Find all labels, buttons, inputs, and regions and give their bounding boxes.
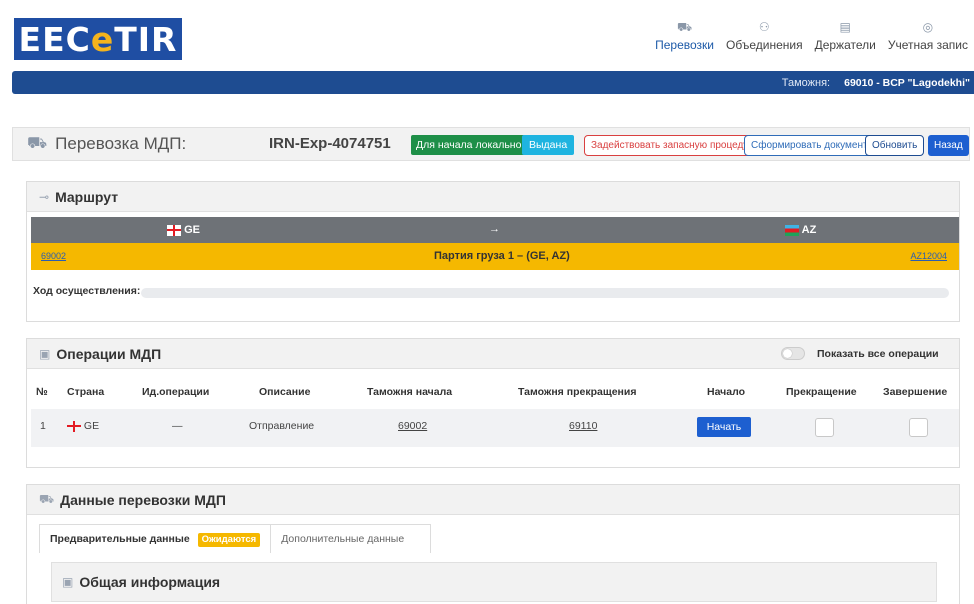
back-button[interactable]: Назад [928, 135, 969, 156]
logo-text-e: e [90, 19, 115, 59]
route-panel: ⊸ Маршрут GE → AZ 69002 Партия груза 1 –… [26, 181, 960, 322]
route-arrow-icon: → [489, 223, 500, 235]
show-all-toggle[interactable] [781, 347, 805, 360]
consignment-bar: 69002 Партия груза 1 – (GE, AZ) AZ12004 [31, 243, 959, 270]
azerbaijan-flag-icon [785, 224, 799, 236]
row-country-code: GE [83, 420, 100, 432]
row-country: GE [67, 420, 99, 432]
to-country: AZ [785, 224, 816, 236]
col-header-num: № [36, 386, 48, 398]
data-tabs: Предварительные данные Ожидаются Дополнит… [39, 524, 432, 553]
nav-item-holders[interactable]: ▤ Держатели [809, 18, 882, 58]
holders-icon: ▤ [839, 20, 851, 34]
general-info-title: Общая информация [79, 574, 221, 590]
row-description: Отправление [249, 420, 315, 432]
col-header-op-id: Ид.операции [142, 386, 210, 398]
top-header: EEC e TIR ⛟ Перевозки ⚇ Объединения ▤ Держ… [0, 0, 974, 70]
transport-data-header: ⛟ Данные перевозки МДП [27, 485, 959, 515]
col-header-country: Страна [67, 386, 105, 398]
progress-bar [141, 288, 949, 298]
status-badge-issued: Выдана [522, 135, 575, 155]
nav-item-account[interactable]: ◎ Учетная запис [882, 18, 974, 58]
operations-title: Операции МДП [56, 345, 162, 362]
nav-label: Учетная запис [887, 38, 968, 52]
row-num: 1 [40, 420, 46, 432]
nav-item-transports[interactable]: ⛟ Перевозки [649, 18, 720, 58]
operations-icon: ▣ [39, 346, 51, 361]
customs-bar: Таможня: 69010 - BCP "Lagodekhi" [12, 71, 974, 94]
general-info-section: ▣ Общая информация [51, 562, 937, 602]
transport-icon: ⛟ [27, 135, 48, 152]
tab-additional-data[interactable]: Дополнительные данные [271, 524, 432, 553]
transport-title-bar: ⛟ Перевозка МДП: IRN-Exp-4074751 Для нач… [12, 127, 970, 161]
logo-text-prefix: EEC [18, 19, 91, 59]
generate-document-button[interactable]: Сформировать документ [744, 135, 875, 156]
col-header-description: Описание [259, 386, 311, 398]
nav-label: Держатели [814, 38, 876, 52]
transport-data-panel: ⛟ Данные перевозки МДП Предварительные д… [26, 484, 960, 604]
col-header-termination: Прекращение [786, 386, 857, 398]
col-header-completion: Завершение [883, 386, 948, 398]
nav-label: Объединения [726, 38, 803, 52]
completion-checkbox[interactable] [909, 418, 928, 437]
nav-label: Перевозки [655, 38, 715, 52]
irn-number: IRN-Exp-4074751 [269, 135, 391, 152]
pending-badge: Ожидаются [197, 533, 261, 547]
progress-label: Ход осуществления: [33, 285, 141, 297]
tab-additional-label: Дополнительные данные [281, 533, 405, 545]
col-header-start-customs: Таможня начала [367, 386, 453, 398]
tab-preliminary-label: Предварительные данные [50, 533, 190, 545]
nav-item-associations[interactable]: ⚇ Объединения [720, 18, 809, 58]
customs-label: Таможня: [781, 76, 831, 89]
tab-preliminary-data[interactable]: Предварительные данные Ожидаются [39, 524, 272, 553]
col-header-start: Начало [707, 386, 746, 398]
georgia-flag-icon [67, 420, 81, 432]
account-icon: ◎ [922, 20, 934, 34]
logo-text-suffix: TIR [114, 19, 178, 59]
row-start-customs-link[interactable]: 69002 [398, 420, 427, 432]
termination-checkbox[interactable] [815, 418, 834, 437]
to-country-code: AZ [801, 224, 817, 236]
route-countries-bar: GE → AZ [31, 217, 959, 243]
start-operation-button[interactable]: Начать [697, 417, 751, 437]
from-country-code: GE [184, 224, 200, 236]
page-title: Перевозка МДП: [55, 134, 187, 153]
row-op-id: — [172, 420, 183, 432]
info-icon: ▣ [62, 575, 74, 589]
show-all-label: Показать все операции [817, 348, 939, 360]
route-panel-header: ⊸ Маршрут [27, 182, 959, 212]
status-badge-local: Для начала локально [411, 135, 527, 155]
cargo-icon: ⛟ [39, 491, 55, 506]
main-nav: ⛟ Перевозки ⚇ Объединения ▤ Держатели ◎ … [649, 18, 974, 58]
to-customs-link[interactable]: AZ12004 [910, 251, 947, 261]
route-icon: ⊸ [39, 189, 50, 204]
operations-panel: ▣ Операции МДП Показать все операции № С… [26, 338, 960, 468]
associations-icon: ⚇ [758, 20, 770, 34]
from-country: GE [167, 224, 200, 236]
eectir-logo[interactable]: EEC e TIR [14, 18, 182, 60]
georgia-flag-icon [167, 224, 181, 236]
customs-value: 69010 - BCP "Lagodekhi" [844, 76, 970, 89]
row-end-customs-link[interactable]: 69110 [569, 420, 597, 432]
consignment-label: Партия груза 1 – (GE, AZ) [434, 250, 570, 262]
route-title: Маршрут [55, 188, 119, 205]
from-customs-link[interactable]: 69002 [41, 251, 66, 261]
refresh-button[interactable]: Обновить [865, 135, 925, 156]
transport-icon: ⛟ [677, 20, 693, 34]
transport-data-title: Данные перевозки МДП [60, 491, 226, 508]
col-header-end-customs: Таможня прекращения [518, 386, 637, 398]
fallback-procedure-button[interactable]: Задействовать запасную процедуру [584, 135, 766, 156]
